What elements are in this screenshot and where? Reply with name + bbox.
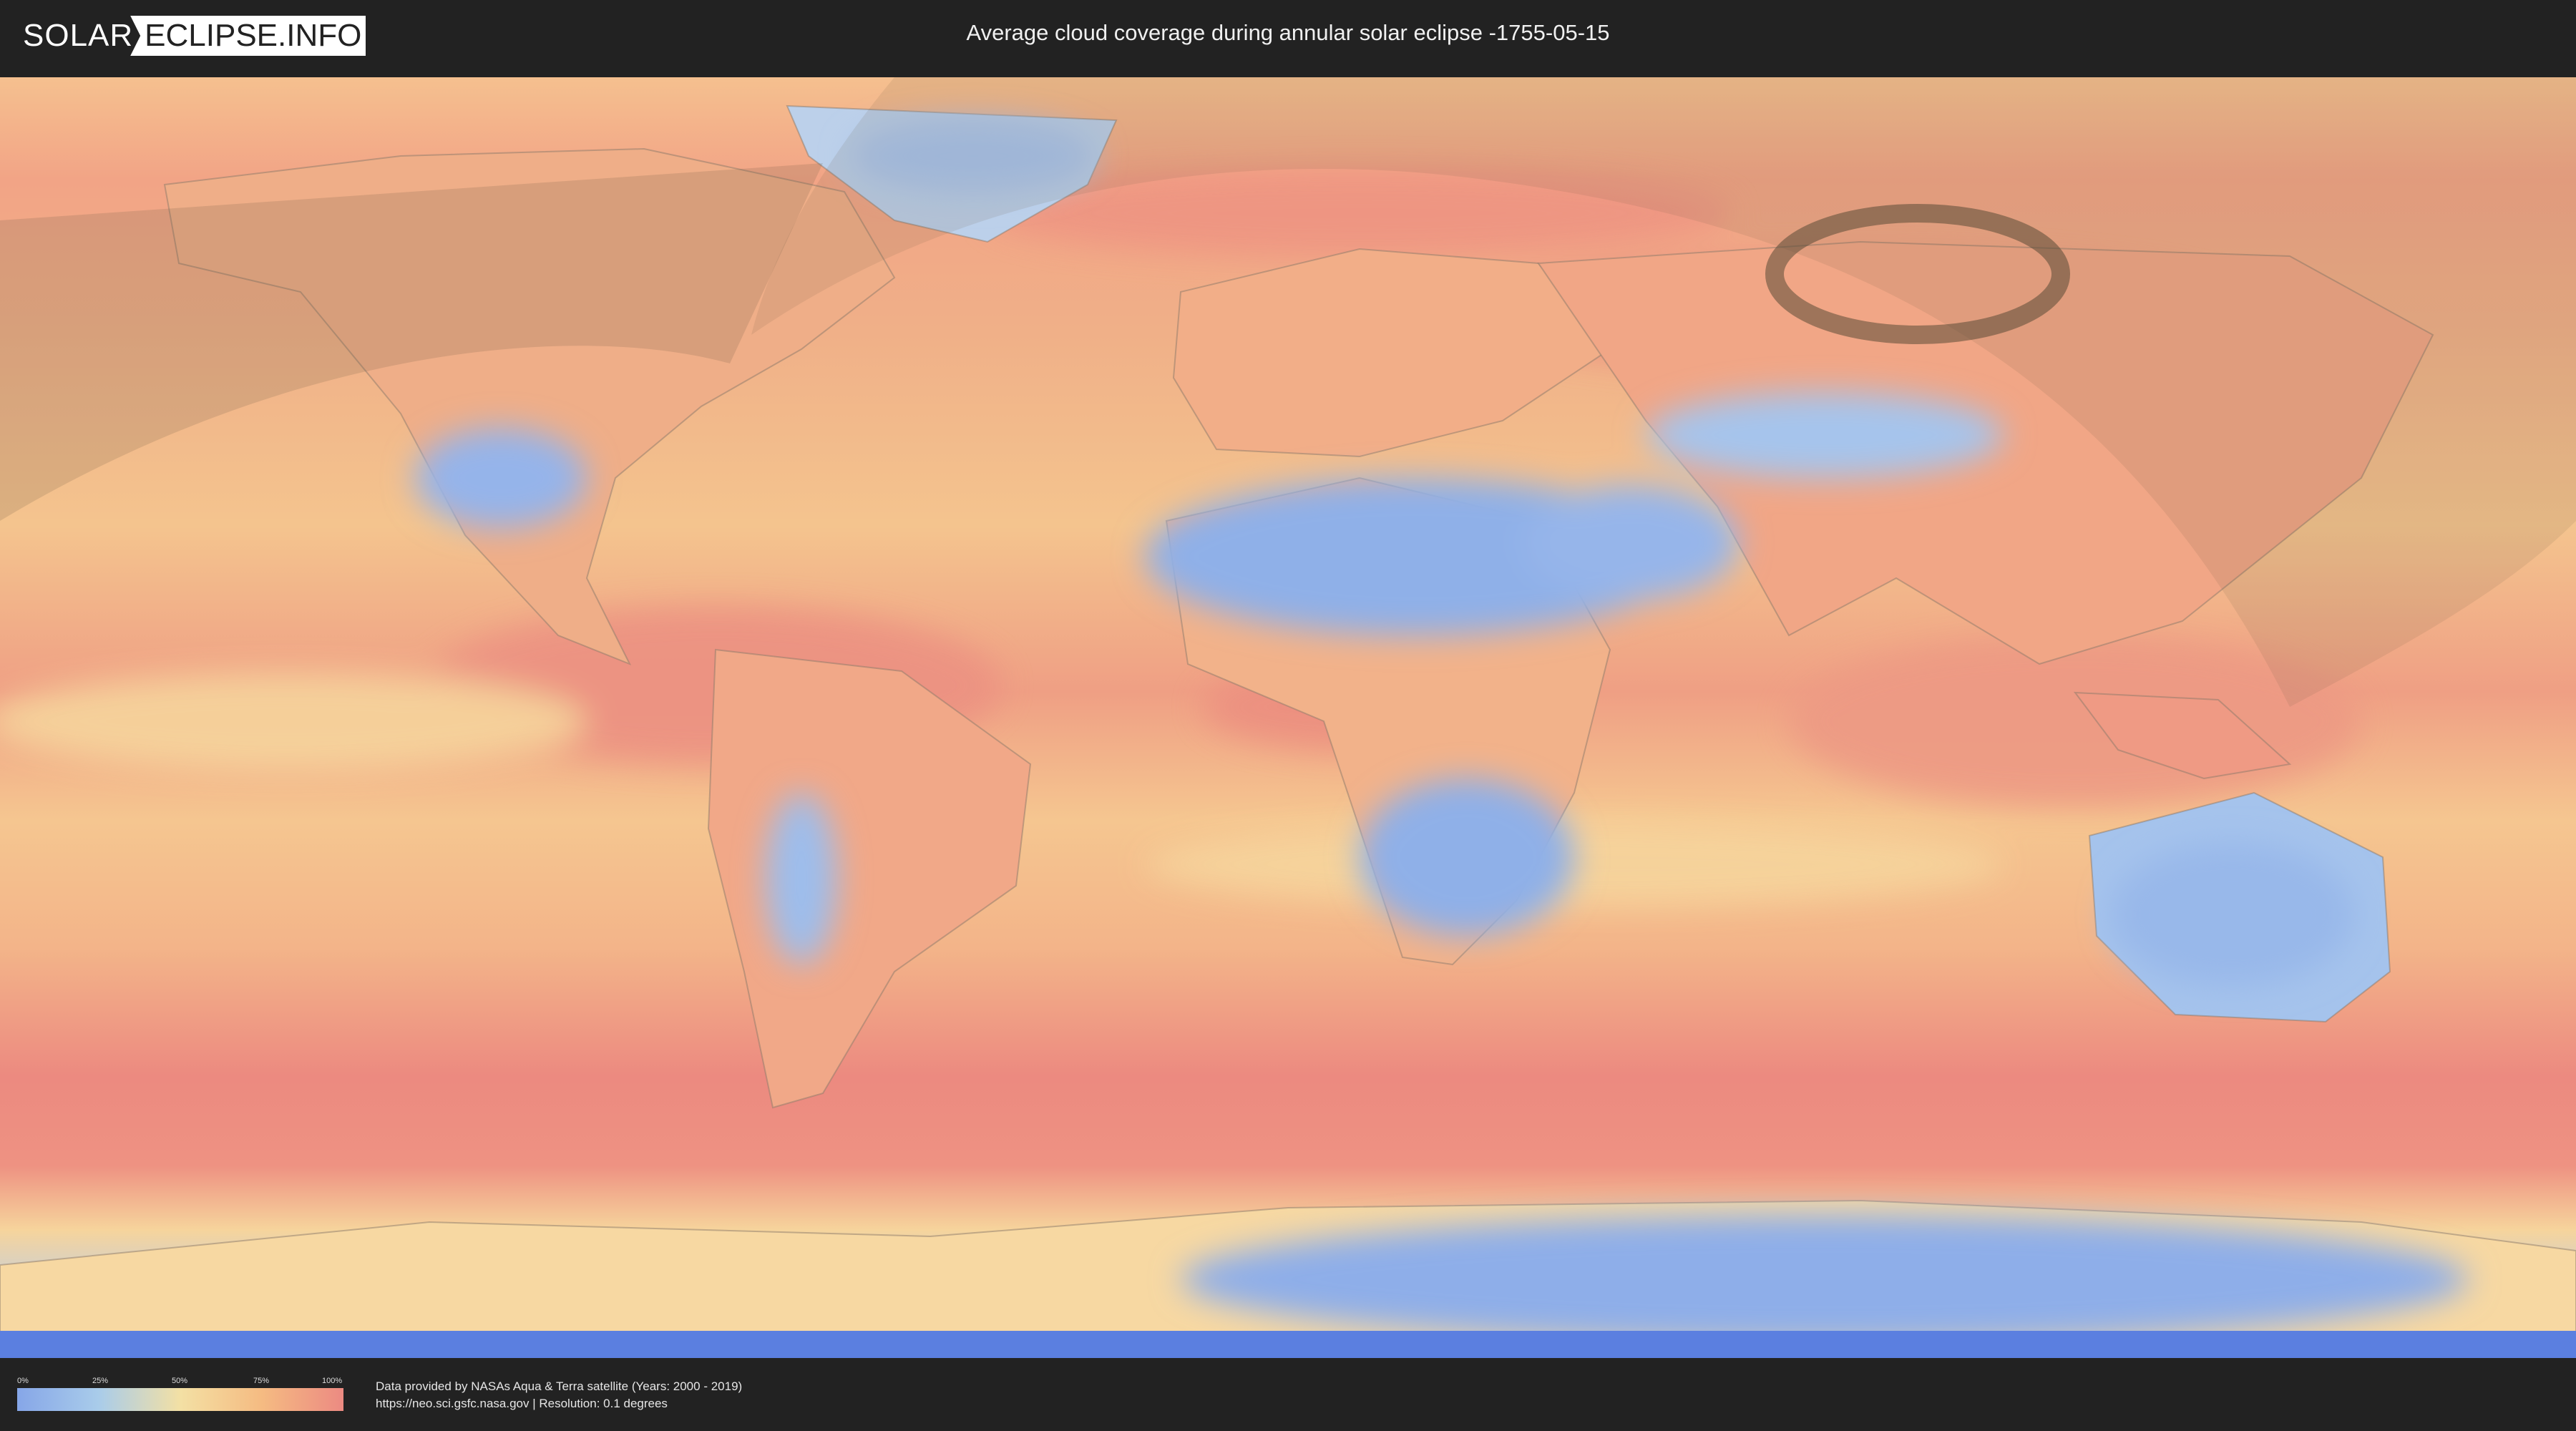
legend-ticks: 0% 25% 50% 75% 100% xyxy=(17,1377,343,1388)
central-asia xyxy=(1646,392,2004,478)
antarctic-edge xyxy=(0,1331,2576,1358)
kalahari xyxy=(1360,778,1574,936)
color-legend: 0% 25% 50% 75% 100% xyxy=(17,1377,343,1411)
mexico-desert xyxy=(415,428,587,528)
legend-tick-0: 0% xyxy=(17,1377,29,1385)
page-title: Average cloud coverage during annular so… xyxy=(966,20,1610,45)
legend-color-bar xyxy=(17,1388,343,1411)
cloud-coverage-map xyxy=(0,77,2576,1358)
atacama xyxy=(766,793,837,964)
arabian-peninsula xyxy=(1524,485,1739,600)
australia-interior xyxy=(2111,843,2354,986)
legend-tick-25: 25% xyxy=(92,1377,109,1385)
legend-tick-100: 100% xyxy=(322,1377,343,1385)
legend-tick-50: 50% xyxy=(172,1377,188,1385)
legend-tick-75: 75% xyxy=(253,1377,270,1385)
data-source-text: Data provided by NASAs Aqua & Terra sate… xyxy=(376,1379,743,1393)
footer-bar: 0% 25% 50% 75% 100% Data provided by NAS… xyxy=(0,1358,2576,1431)
resolution-text: https://neo.sci.gsfc.nasa.gov | Resoluti… xyxy=(376,1397,668,1410)
top-bar: SOLAR ECLIPSE.INFO Average cloud coverag… xyxy=(0,0,2576,72)
antarctic-plateau xyxy=(1181,1215,2469,1344)
